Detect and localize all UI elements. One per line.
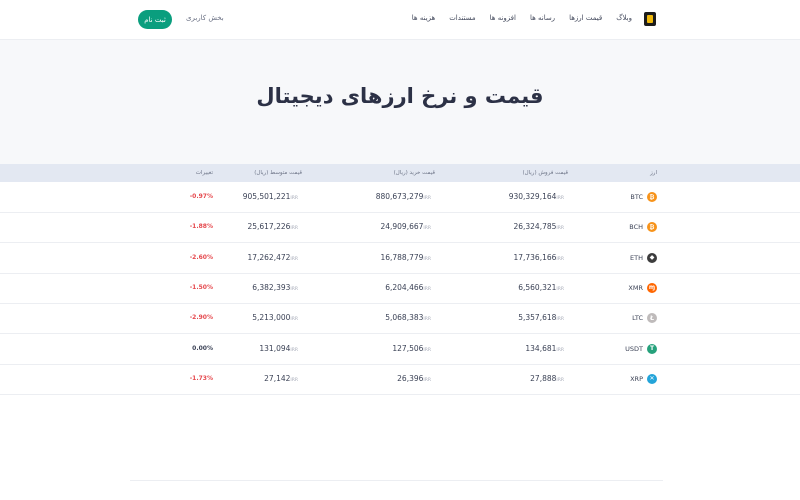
coin-symbol: XMR — [628, 283, 643, 292]
column-header-change: تغییرات — [195, 170, 213, 176]
mid-price: 27,142IRR — [264, 373, 298, 383]
price-change: -1.50% — [189, 283, 213, 291]
user-area-link[interactable]: بخش کاربری — [186, 14, 224, 22]
price-change: -1.73% — [189, 374, 213, 382]
column-header-mid: قیمت متوسط (ریال) — [254, 170, 302, 176]
nav-item-pricing[interactable]: هزینه ها — [412, 14, 435, 22]
ripple-icon: ✕ — [647, 373, 657, 384]
price-change: 0.00% — [192, 344, 213, 352]
table-row[interactable]: Ł LTC 5,357,618IRR 5,068,383IRR 5,213,000IRR… — [0, 303, 800, 335]
nav-item-docs[interactable]: مستندات — [449, 14, 475, 22]
coin-symbol: ETH — [630, 253, 643, 262]
nav-item-crypto-prices[interactable]: قیمت ارزها — [569, 14, 602, 22]
signup-button[interactable]: ثبت نام — [138, 10, 172, 29]
sell-price: 134,681IRR — [525, 343, 564, 353]
mid-price: 17,262,472IRR — [247, 252, 298, 262]
footer-divider — [130, 480, 663, 481]
mid-price: 5,213,000IRR — [252, 313, 298, 323]
table-row[interactable]: ₿ BTC 930,329,164IRR 880,673,279IRR 905,501,… — [0, 182, 800, 213]
column-header-buy: قیمت خرید (ریال) — [393, 170, 435, 176]
site-header: هزینه ها مستندات افزونه ها رسانه ها قیمت… — [0, 0, 800, 40]
buy-price: 26,396IRR — [397, 373, 431, 383]
column-header-sell: قیمت فروش (ریال) — [522, 170, 568, 176]
buy-price: 5,068,383IRR — [385, 313, 431, 323]
hero-banner: قیمت و نرخ ارزهای دیجیتال — [0, 40, 800, 164]
table-row[interactable]: ◆ ETH 17,736,166IRR 16,788,779IRR 17,262,472… — [0, 243, 800, 274]
sell-price: 930,329,164IRR — [508, 192, 564, 201]
nav-item-plugins[interactable]: افزونه ها — [490, 14, 516, 22]
table-row[interactable]: T USDT 134,681IRR 127,506IRR 131,094IRR 0.00% — [0, 334, 800, 365]
buy-price: 16,788,779IRR — [380, 252, 431, 262]
column-header-coin: ارز — [650, 170, 657, 176]
page-title: قیمت و نرخ ارزهای دیجیتال — [256, 84, 544, 108]
mid-price: 905,501,221IRR — [242, 192, 298, 201]
bitcoin-cash-icon: ₿ — [647, 222, 657, 233]
mid-price: 6,382,393IRR — [252, 282, 298, 292]
bitcoin-icon: ₿ — [647, 192, 657, 202]
site-logo[interactable] — [644, 12, 656, 26]
sell-price: 27,888IRR — [530, 373, 564, 383]
coin-symbol: LTC — [632, 314, 643, 323]
price-change: -1.88% — [189, 223, 213, 231]
table-row[interactable]: ₿ BCH 26,324,785IRR 24,909,667IRR 25,617,226… — [0, 212, 800, 244]
buy-price: 24,909,667IRR — [380, 222, 431, 232]
price-change: -2.60% — [189, 253, 213, 261]
sell-price: 5,357,618IRR — [518, 313, 564, 323]
table-row[interactable]: ɱ XMR 6,560,321IRR 6,204,466IRR 6,382,393IRR… — [0, 273, 800, 304]
tether-icon: T — [647, 343, 657, 354]
buy-price: 127,506IRR — [392, 343, 431, 353]
coin-symbol: BCH — [629, 223, 643, 232]
buy-price: 880,673,279IRR — [375, 192, 431, 201]
table-header: ارز قیمت فروش (ریال) قیمت خرید (ریال) قی… — [0, 164, 800, 182]
coin-symbol: USDT — [625, 344, 643, 353]
sell-price: 6,560,321IRR — [518, 282, 564, 292]
mid-price: 131,094IRR — [259, 343, 298, 353]
sell-price: 26,324,785IRR — [513, 222, 564, 232]
mid-price: 25,617,226IRR — [247, 222, 298, 232]
coin-symbol: XRP — [630, 374, 643, 383]
sell-price: 17,736,166IRR — [513, 252, 564, 262]
nav-item-media[interactable]: رسانه ها — [530, 14, 555, 22]
monero-icon: ɱ — [647, 282, 657, 293]
price-change: -2.90% — [189, 314, 213, 322]
coin-symbol: BTC — [630, 193, 643, 201]
buy-price: 6,204,466IRR — [385, 282, 431, 292]
nav-item-blog[interactable]: وبلاگ — [616, 14, 632, 22]
table-row[interactable]: ✕ XRP 27,888IRR 26,396IRR 27,142IRR -1.73% — [0, 364, 800, 395]
price-change: -0.97% — [189, 193, 213, 200]
ethereum-icon: ◆ — [647, 252, 657, 263]
litecoin-icon: Ł — [647, 313, 657, 324]
main-nav: هزینه ها مستندات افزونه ها رسانه ها قیمت… — [412, 14, 632, 22]
